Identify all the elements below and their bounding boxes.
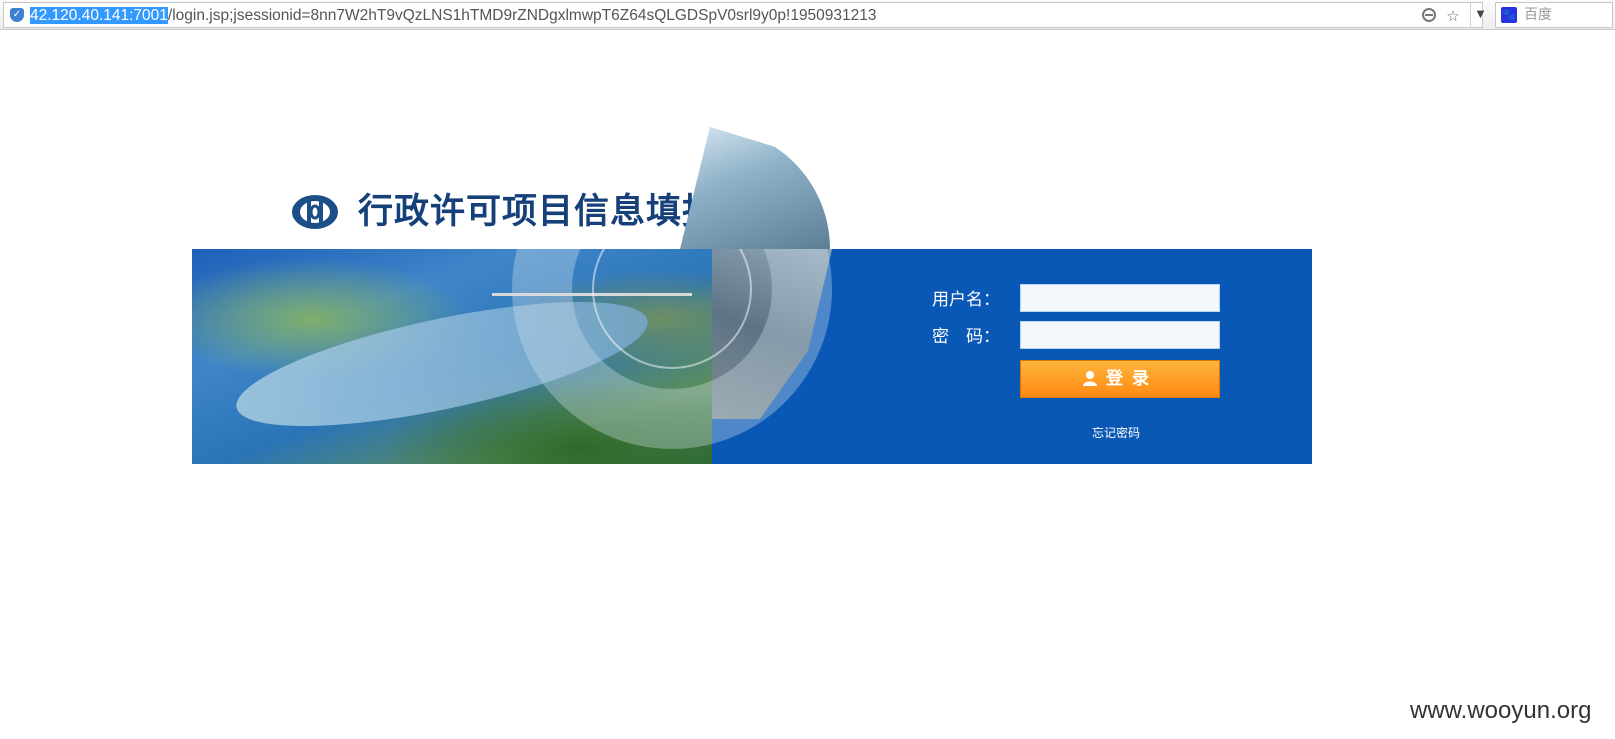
password-input[interactable] xyxy=(1020,321,1220,349)
search-box[interactable]: 🐾 百度 xyxy=(1495,2,1613,28)
login-form: 用户名： 密 码： 登录 忘记密码 xyxy=(920,284,1220,444)
login-button[interactable]: 登录 xyxy=(1020,360,1220,398)
user-icon xyxy=(1082,363,1098,386)
watermark: www.wooyun.org xyxy=(1410,697,1592,724)
star-icon[interactable]: ☆ xyxy=(1444,7,1462,25)
logo-icon xyxy=(290,192,340,232)
login-button-label: 登录 xyxy=(1106,369,1158,389)
url-text[interactable]: 42.120.40.141:7001/login.jsp;jsessionid=… xyxy=(30,7,877,25)
username-label: 用户名： xyxy=(932,290,1000,310)
forgot-password-link[interactable]: 忘记密码 xyxy=(1092,426,1140,440)
search-placeholder: 百度 xyxy=(1524,7,1552,23)
url-host: 42.120.40.141:7001 xyxy=(30,7,168,24)
url-path: /login.jsp;jsessionid=8nn7W2hT9vQzLNS1hT… xyxy=(167,7,877,24)
browser-address-bar: ✓ 42.120.40.141:7001/login.jsp;jsessioni… xyxy=(0,0,1615,30)
baidu-icon: 🐾 xyxy=(1501,7,1517,23)
url-field[interactable]: ✓ 42.120.40.141:7001/login.jsp;jsessioni… xyxy=(3,2,1483,28)
decorative-arc-image xyxy=(680,127,830,249)
username-input[interactable] xyxy=(1020,284,1220,312)
shield-icon: ✓ xyxy=(10,8,24,22)
dropdown-icon[interactable]: ▼ xyxy=(1470,2,1490,28)
password-label: 密 码： xyxy=(932,327,1000,347)
compat-mode-icon[interactable] xyxy=(1420,7,1438,25)
